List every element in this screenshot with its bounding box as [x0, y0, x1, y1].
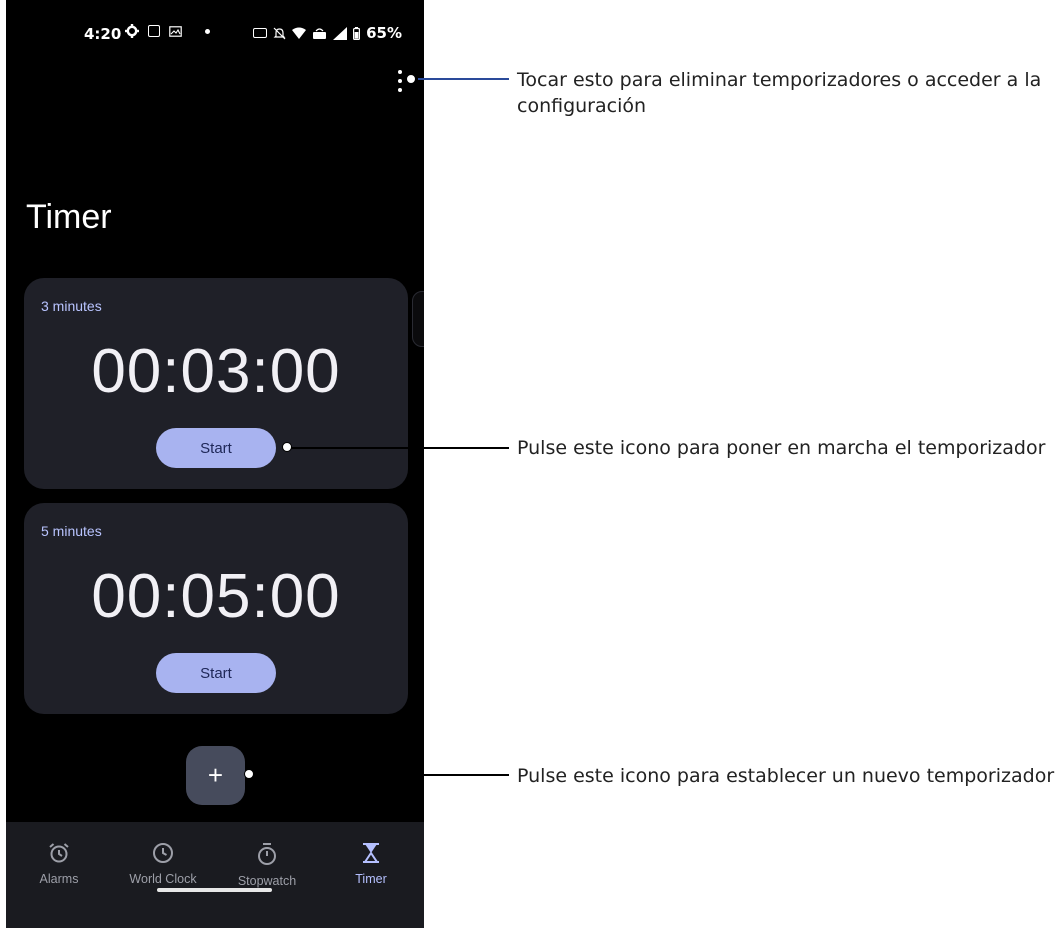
start-button[interactable]: Start: [156, 653, 276, 693]
volte-icon: [313, 27, 327, 39]
signal-icon: [333, 26, 348, 40]
callout-dot: [406, 74, 416, 84]
timer-card: 5 minutes 00:05:00 Start: [24, 503, 408, 714]
page-title: Timer: [26, 198, 112, 236]
hourglass-icon: [363, 843, 379, 863]
clock-icon: [153, 843, 173, 863]
screenshot-icon: [148, 25, 160, 37]
nav-item-world-clock[interactable]: World Clock: [111, 842, 215, 886]
timer-time: 00:05:00: [91, 562, 341, 631]
mute-icon: [273, 27, 286, 39]
timer-time: 00:03:00: [91, 337, 341, 406]
nav-label: Timer: [355, 872, 387, 886]
callout-text: Pulse este icono para establecer un nuev…: [517, 765, 1055, 787]
settings-icon: [125, 24, 139, 38]
nav-item-stopwatch[interactable]: Stopwatch: [215, 842, 319, 888]
nav-item-alarms[interactable]: Alarms: [7, 842, 111, 886]
phone-screen: 4:20 65% Timer 3 minutes 00:03:00 Start …: [6, 0, 424, 928]
start-button[interactable]: Start: [156, 428, 276, 468]
add-timer-button[interactable]: +: [186, 746, 245, 805]
battery-percent: 65%: [366, 24, 402, 42]
status-time: 4:20: [84, 25, 122, 43]
alarm-icon: [49, 843, 69, 863]
timer-label[interactable]: 5 minutes: [41, 523, 102, 539]
callout-line: [251, 774, 509, 776]
battery-icon: [353, 26, 361, 40]
status-bar: 4:20 65%: [6, 0, 424, 64]
status-icons-right: 65%: [253, 24, 402, 42]
next-timer-peek: [412, 291, 424, 347]
callout-text: Pulse este icono para poner en marcha el…: [517, 437, 1046, 459]
auto-icon: [253, 28, 268, 38]
home-indicator[interactable]: [157, 888, 272, 892]
stopwatch-icon: [258, 843, 276, 865]
wifi-icon: [292, 27, 307, 39]
callout-dot: [244, 769, 254, 779]
image-icon: [169, 25, 182, 37]
nav-item-timer[interactable]: Timer: [319, 842, 423, 886]
nav-label: Stopwatch: [237, 874, 297, 888]
notification-dot-icon: [205, 28, 210, 34]
timer-card: 3 minutes 00:03:00 Start: [24, 278, 408, 489]
callout-line: [418, 78, 509, 80]
callout-line: [289, 447, 509, 449]
nav-label: World Clock: [129, 872, 197, 886]
nav-label: Alarms: [39, 872, 79, 886]
callout-text: Tocar esto para eliminar temporizadores …: [517, 69, 1042, 117]
timer-label[interactable]: 3 minutes: [41, 298, 102, 314]
status-icons-left: [125, 24, 210, 38]
callout-dot: [282, 442, 292, 452]
bottom-navigation: Alarms World Clock Stopwatch Timer: [6, 822, 424, 928]
